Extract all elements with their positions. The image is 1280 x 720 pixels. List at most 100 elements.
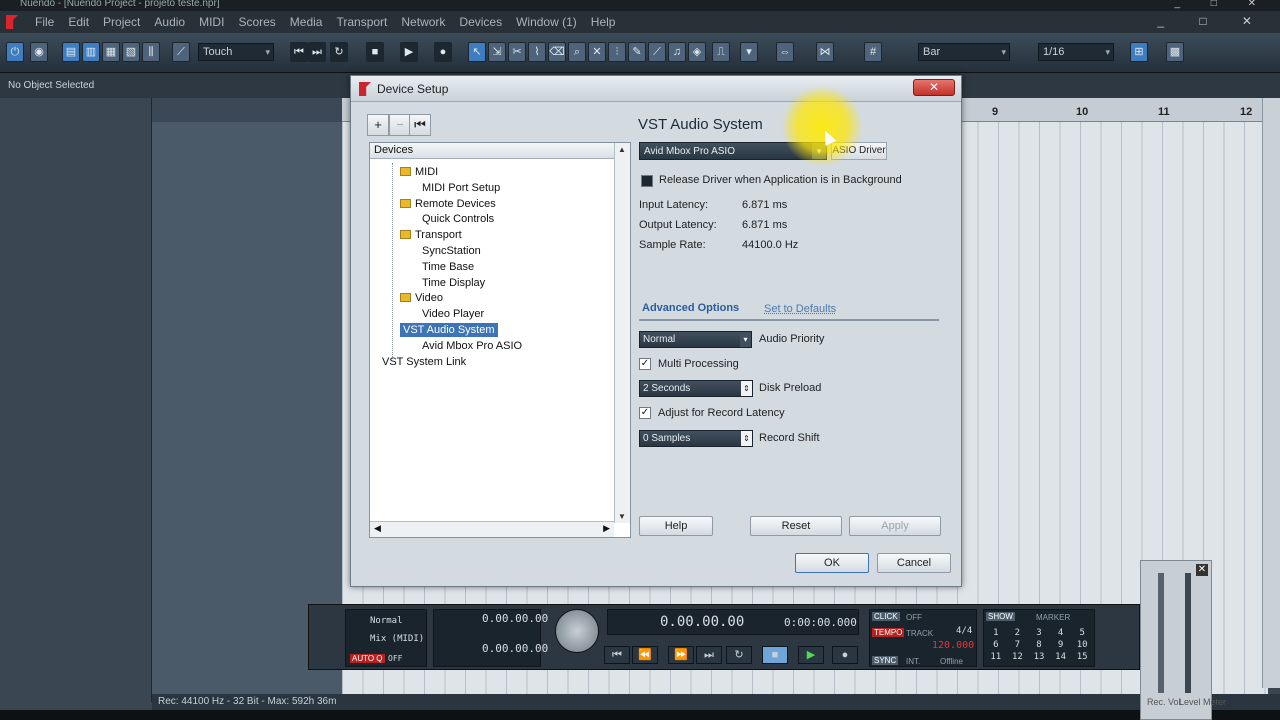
- play-tool-icon[interactable]: ♫: [668, 42, 686, 62]
- marker-button[interactable]: 12: [1008, 652, 1028, 662]
- go-start-icon[interactable]: ⏮: [290, 42, 308, 62]
- ok-button[interactable]: OK: [795, 553, 869, 573]
- window-layout-icon[interactable]: ▧: [122, 42, 140, 62]
- menu-item-transport[interactable]: Transport: [329, 15, 394, 29]
- transport-cycle-icon[interactable]: ↻: [726, 646, 752, 664]
- menu-item-midi[interactable]: MIDI: [192, 15, 231, 29]
- left-locator-value[interactable]: 0.00.00.00: [482, 612, 548, 625]
- marker-button[interactable]: 15: [1072, 652, 1092, 662]
- menu-item-audio[interactable]: Audio: [147, 15, 192, 29]
- audio-priority-dropdown-icon[interactable]: ▾: [740, 332, 751, 347]
- menu-item-devices[interactable]: Devices: [452, 15, 509, 29]
- sync-label[interactable]: SYNC: [872, 656, 899, 665]
- time-signature[interactable]: 4/4: [956, 626, 972, 636]
- range-select-icon[interactable]: ⇲: [488, 42, 506, 62]
- marker-button[interactable]: 5: [1072, 628, 1092, 638]
- tree-item-time-display[interactable]: Time Display: [422, 276, 485, 290]
- reset-button[interactable]: Reset: [750, 516, 842, 536]
- tree-item-transport[interactable]: Transport: [400, 228, 462, 242]
- tree-item-remote-devices[interactable]: Remote Devices: [400, 197, 496, 211]
- grid-icon[interactable]: #: [864, 42, 882, 62]
- auto-quantize-label[interactable]: AUTO Q: [350, 654, 385, 663]
- menu-item-scores[interactable]: Scores: [231, 15, 282, 29]
- multi-processing-checkbox[interactable]: ✓: [639, 358, 651, 370]
- disk-preload-stepper[interactable]: 2 Seconds ⇕: [639, 380, 753, 397]
- cancel-button[interactable]: Cancel: [877, 553, 951, 573]
- auto-scroll-options-icon[interactable]: ▾: [740, 42, 758, 62]
- tree-item-vst-system-link[interactable]: VST System Link: [382, 355, 466, 369]
- secondary-time-display[interactable]: 0:00:00.000: [784, 616, 857, 629]
- marker-button[interactable]: 10: [1072, 640, 1092, 650]
- menu-item-network[interactable]: Network: [394, 15, 452, 29]
- disk-preload-spin-icon[interactable]: ⇕: [741, 381, 752, 396]
- project-window-controls[interactable]: _ □ ✕: [1157, 14, 1268, 28]
- window-controls[interactable]: _ □ ✕: [1174, 0, 1270, 9]
- cycle-icon[interactable]: ↻: [330, 42, 348, 62]
- menu-item-media[interactable]: Media: [283, 15, 330, 29]
- record-volume-fader[interactable]: [1158, 573, 1164, 693]
- marker-button[interactable]: 7: [1008, 640, 1028, 650]
- marker-button[interactable]: 2: [1008, 628, 1028, 638]
- tree-item-video[interactable]: Video: [400, 291, 443, 305]
- marker-button[interactable]: 11: [986, 652, 1006, 662]
- color-tool-icon[interactable]: ◈: [688, 42, 706, 62]
- record-icon[interactable]: ●: [434, 42, 452, 62]
- menu-item-edit[interactable]: Edit: [61, 15, 96, 29]
- tree-item-midi[interactable]: MIDI: [400, 165, 438, 179]
- transport-record-icon[interactable]: ●: [832, 646, 858, 664]
- record-mode-value[interactable]: Normal: [370, 616, 403, 626]
- adjust-record-latency-checkbox[interactable]: ✓: [639, 407, 651, 419]
- dialog-close-button[interactable]: ✕: [913, 79, 955, 96]
- grid-type-select[interactable]: Bar: [918, 43, 1010, 61]
- tree-item-midi-port-setup[interactable]: MIDI Port Setup: [422, 181, 500, 195]
- add-device-icon[interactable]: +: [367, 114, 389, 136]
- menu-item-project[interactable]: Project: [96, 15, 147, 29]
- automation-mode-select[interactable]: Touch: [198, 43, 274, 61]
- transport-go-end-icon[interactable]: ⏭: [696, 646, 722, 664]
- marker-button[interactable]: 3: [1029, 628, 1049, 638]
- zoom-icon[interactable]: ⌕: [568, 42, 586, 62]
- automation-icon[interactable]: ⟋: [172, 42, 190, 62]
- split-icon[interactable]: ✂: [508, 42, 526, 62]
- tree-item-time-base[interactable]: Time Base: [422, 260, 474, 274]
- tree-item-avid-mbox-pro-asio[interactable]: Avid Mbox Pro ASIO: [422, 339, 522, 353]
- glue-icon[interactable]: ⌇: [528, 42, 546, 62]
- show-info-icon[interactable]: ▤: [62, 42, 80, 62]
- help-button[interactable]: Help: [639, 516, 713, 536]
- line-icon[interactable]: ⟋: [648, 42, 666, 62]
- quantize-select[interactable]: 1/16: [1038, 43, 1114, 61]
- tree-item-video-player[interactable]: Video Player: [422, 307, 484, 321]
- tree-item-quick-controls[interactable]: Quick Controls: [422, 212, 494, 226]
- jog-wheel[interactable]: [555, 609, 599, 653]
- tempo-value[interactable]: 120.000: [932, 640, 974, 651]
- play-icon[interactable]: ▶: [400, 42, 418, 62]
- tree-vertical-scrollbar[interactable]: ▲ ▼: [614, 143, 630, 523]
- set-to-defaults-link[interactable]: Set to Defaults: [764, 303, 836, 315]
- go-end-icon[interactable]: ⏭: [308, 42, 326, 62]
- tree-item-vst-audio-system[interactable]: VST Audio System: [400, 323, 498, 337]
- record-shift-spin-icon[interactable]: ⇕: [741, 431, 752, 446]
- snap-zero-icon[interactable]: ⋈: [816, 42, 834, 62]
- comp-icon[interactable]: ⫶: [608, 42, 626, 62]
- transport-stop-icon[interactable]: ■: [762, 646, 788, 664]
- marker-button[interactable]: 4: [1051, 628, 1071, 638]
- primary-time-display[interactable]: 0.00.00.00: [660, 614, 744, 630]
- show-inspector-icon[interactable]: ▦: [102, 42, 120, 62]
- marker-button[interactable]: 6: [986, 640, 1006, 650]
- menu-item-file[interactable]: File: [28, 15, 61, 29]
- stop-icon[interactable]: ■: [366, 42, 384, 62]
- mute-icon[interactable]: ✕: [588, 42, 606, 62]
- transport-go-start-icon[interactable]: ⏮: [604, 646, 630, 664]
- mixer-close-icon[interactable]: ✕: [1196, 564, 1208, 576]
- advanced-options-toggle[interactable]: Advanced Options: [642, 302, 739, 314]
- show-overview-icon[interactable]: ▥: [82, 42, 100, 62]
- record-shift-stepper[interactable]: 0 Samples ⇕: [639, 430, 753, 447]
- release-driver-checkbox[interactable]: [641, 175, 653, 187]
- iterative-quantize-icon[interactable]: ⊞: [1130, 42, 1148, 62]
- reset-device-icon[interactable]: ⏮: [409, 114, 431, 136]
- auto-scroll-icon[interactable]: ⎍: [712, 42, 730, 62]
- snap-icon[interactable]: ⇔: [776, 42, 794, 62]
- audio-priority-select[interactable]: Normal ▾: [639, 331, 752, 348]
- transport-play-icon[interactable]: ▶: [798, 646, 824, 664]
- menu-item-help[interactable]: Help: [584, 15, 623, 29]
